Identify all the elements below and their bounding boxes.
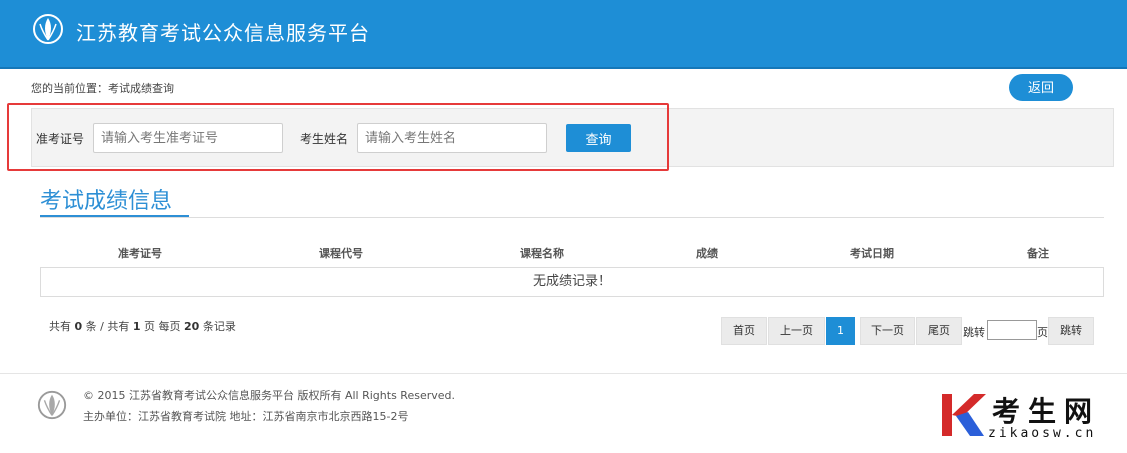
annotation-highlight-box [7, 103, 669, 171]
site-title: 江苏教育考试公众信息服务平台 [76, 21, 370, 45]
pager-total-pages: 1 [132, 320, 141, 333]
breadcrumb: 您的当前位置：考试成绩查询 [31, 82, 174, 95]
pager-info-prefix: 共有 [49, 320, 71, 333]
jump-prefix-label: 跳转 [963, 326, 985, 339]
footer-logo-icon [37, 390, 67, 420]
results-title: 考试成绩信息 [40, 189, 173, 214]
pager-summary: 共有 0 条 / 共有 1 页 每页 20 条记录 [49, 318, 236, 334]
footer-divider [0, 373, 1127, 374]
column-header-course-name: 课程名称 [520, 247, 564, 260]
exam-authority-logo-icon [33, 14, 63, 44]
section-divider [40, 217, 1104, 218]
footer-copyright: © 2015 江苏省教育考试公众信息服务平台 版权所有 All Rights R… [83, 389, 456, 402]
jump-page-input[interactable] [987, 320, 1037, 340]
back-button[interactable]: 返回 [1009, 74, 1073, 101]
pager-page-size: 20 [184, 320, 200, 333]
pager-info-mid1: 条 / 共有 [85, 320, 130, 333]
first-page-button[interactable]: 首页 [721, 317, 767, 345]
pager-info-suffix: 条记录 [202, 320, 236, 333]
top-header: 江苏教育考试公众信息服务平台 [0, 0, 1127, 69]
column-header-remarks: 备注 [1027, 247, 1049, 260]
pager-info-mid2: 页 每页 [144, 320, 181, 333]
column-header-ticket-number: 准考证号 [118, 247, 162, 260]
last-page-button[interactable]: 尾页 [916, 317, 962, 345]
watermark-brand-en: zikaosw.cn [988, 426, 1097, 441]
next-page-button[interactable]: 下一页 [860, 317, 915, 345]
pager-total-records: 0 [74, 320, 83, 333]
current-page-button[interactable]: 1 [826, 317, 855, 345]
watermark-k-logo-icon [942, 394, 986, 436]
jump-button[interactable]: 跳转 [1048, 317, 1094, 345]
column-header-course-code: 课程代号 [319, 247, 363, 260]
empty-results-row: 无成绩记录！ [40, 267, 1104, 297]
jump-suffix-label: 页 [1037, 326, 1048, 339]
watermark: 考生网 zikaosw.cn [940, 390, 1120, 446]
watermark-brand-cn: 考生网 [992, 395, 1101, 428]
column-header-score: 成绩 [696, 247, 718, 260]
column-header-exam-date: 考试日期 [850, 247, 894, 260]
prev-page-button[interactable]: 上一页 [768, 317, 825, 345]
footer-organizer: 主办单位：江苏省教育考试院 地址：江苏省南京市北京西路15-2号 [83, 410, 409, 423]
